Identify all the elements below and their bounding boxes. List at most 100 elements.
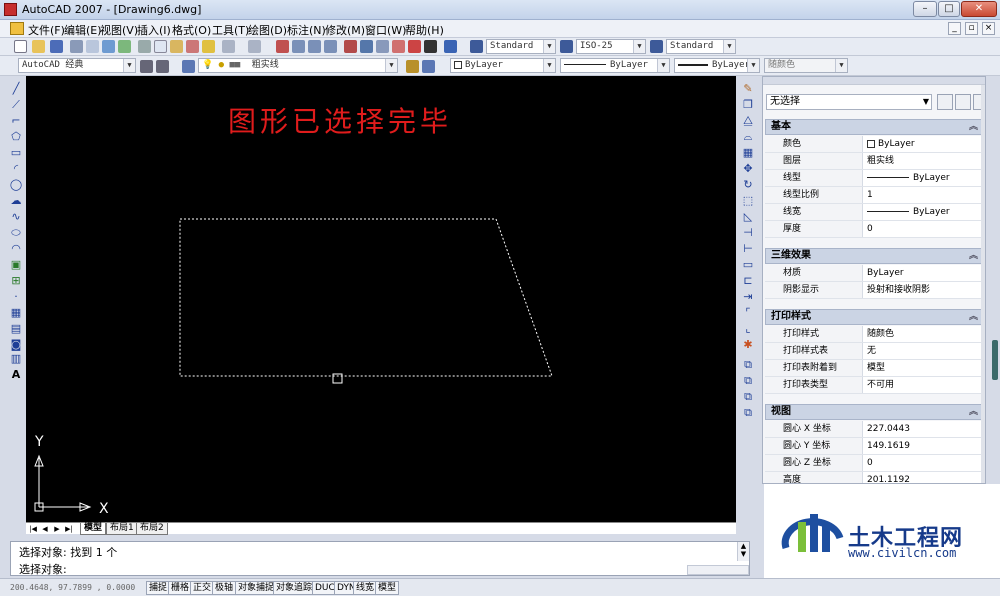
print-icon[interactable] xyxy=(70,40,83,53)
command-prompt[interactable]: 选择对象: xyxy=(19,561,67,577)
prop-value-layer[interactable]: 粗实线 xyxy=(865,153,983,169)
trim-icon[interactable]: ⊣ xyxy=(741,226,755,239)
tab-layout1[interactable]: 布局1 xyxy=(106,523,138,535)
next-tab-button[interactable]: ▶ xyxy=(52,524,62,534)
zoom-window-icon[interactable] xyxy=(308,40,321,53)
prop-row-lineweight[interactable]: 线宽 ByLayer xyxy=(765,204,983,221)
doc-restore-button[interactable]: ▫ xyxy=(965,22,978,35)
my-workspace-icon[interactable] xyxy=(156,60,169,73)
copy-object-icon[interactable]: ❐ xyxy=(741,98,755,111)
osnap-toggle[interactable]: 对象捕捉 xyxy=(235,581,278,595)
3d-dwf-icon[interactable] xyxy=(118,40,131,53)
autocad-app-icon[interactable] xyxy=(4,3,17,16)
ellipse-icon[interactable]: ⬭ xyxy=(9,226,23,239)
point-icon[interactable]: · xyxy=(9,290,23,303)
grid-toggle[interactable]: 栅格 xyxy=(168,581,193,595)
prop-row-center-x[interactable]: 圆心 X 坐标 227.0443 xyxy=(765,421,983,438)
draw-order-back-icon[interactable]: ⧉ xyxy=(741,374,755,387)
menu-dimension[interactable]: 标注(N) xyxy=(287,22,326,38)
color-select[interactable]: ByLayer ▼ xyxy=(450,58,556,73)
spline-icon[interactable]: ∿ xyxy=(9,210,23,223)
coordinate-readout[interactable]: 200.4648, 97.7899 , 0.0000 xyxy=(10,581,144,595)
tool-palettes-icon[interactable] xyxy=(376,40,389,53)
menu-modify[interactable]: 修改(M) xyxy=(325,22,365,38)
copy-icon[interactable] xyxy=(154,40,167,53)
properties-icon[interactable] xyxy=(344,40,357,53)
extend-icon[interactable]: ⊢ xyxy=(741,242,755,255)
prop-row-linetype[interactable]: 线型 ByLayer xyxy=(765,170,983,187)
prop-value-color[interactable]: ByLayer xyxy=(865,136,983,152)
prop-value-center-x[interactable]: 227.0443 xyxy=(865,421,983,437)
first-tab-button[interactable]: |◀ xyxy=(28,524,38,534)
draw-order-front-icon[interactable]: ⧉ xyxy=(741,358,755,371)
prop-value-shadow[interactable]: 投射和接收阴影 xyxy=(865,282,983,298)
prop-value-plot-table-attached[interactable]: 模型 xyxy=(865,360,983,376)
calculator-icon[interactable] xyxy=(424,40,437,53)
command-scrollbar[interactable]: ▲ ▼ xyxy=(737,542,749,561)
arc-icon[interactable]: ◜ xyxy=(9,162,23,175)
layer-previous-icon[interactable] xyxy=(422,60,435,73)
section-plot-style[interactable]: 打印样式 ︽ xyxy=(765,309,983,325)
text-style-icon[interactable] xyxy=(470,40,483,53)
doc-minimize-button[interactable]: _ xyxy=(948,22,961,35)
gradient-icon[interactable]: ▤ xyxy=(9,322,23,335)
prop-value-lineweight[interactable]: ByLayer xyxy=(865,204,983,220)
markup-icon[interactable] xyxy=(408,40,421,53)
prop-row-plot-style[interactable]: 打印样式 随颜色 xyxy=(765,326,983,343)
fillet-icon[interactable]: ⌞ xyxy=(741,322,755,335)
tab-layout2[interactable]: 布局2 xyxy=(136,523,168,535)
ellipse-arc-icon[interactable]: ◠ xyxy=(9,242,23,255)
make-current-layer-icon[interactable] xyxy=(406,60,419,73)
model-toggle[interactable]: 模型 xyxy=(375,581,400,595)
prop-value-plot-style-table[interactable]: 无 xyxy=(865,343,983,359)
prop-row-thickness[interactable]: 厚度 0 xyxy=(765,221,983,238)
prop-value-center-z[interactable]: 0 xyxy=(865,455,983,471)
publish-icon[interactable] xyxy=(102,40,115,53)
paste-icon[interactable] xyxy=(170,40,183,53)
draw-order-under-icon[interactable]: ⧉ xyxy=(741,406,755,419)
polygon-icon[interactable]: ⬠ xyxy=(9,130,23,143)
close-button[interactable]: ✕ xyxy=(961,1,997,17)
polar-toggle[interactable]: 极轴 xyxy=(212,581,237,595)
menu-window[interactable]: 窗口(W) xyxy=(365,22,406,38)
selection-select[interactable]: 无选择 ▼ xyxy=(766,94,932,110)
prop-row-shadow[interactable]: 阴影显示 投射和接收阴影 xyxy=(765,282,983,299)
dim-style-select[interactable]: ISO-25 ▼ xyxy=(576,39,646,54)
offset-icon[interactable]: ⌓ xyxy=(741,130,755,143)
table-style-select[interactable]: Standard ▼ xyxy=(666,39,736,54)
prop-row-height[interactable]: 高度 201.1192 xyxy=(765,472,983,483)
selected-trapezoid[interactable] xyxy=(179,218,553,377)
zoom-previous-icon[interactable] xyxy=(324,40,337,53)
drawing-canvas[interactable]: 图形已选择完毕 Y X xyxy=(26,76,736,522)
select-objects-icon[interactable] xyxy=(955,94,971,110)
menu-draw[interactable]: 绘图(D) xyxy=(248,22,287,38)
prop-value-thickness[interactable]: 0 xyxy=(865,221,983,237)
multiline-text-icon[interactable]: A xyxy=(9,368,23,381)
linetype-select[interactable]: ByLayer ▼ xyxy=(560,58,670,73)
prop-value-height[interactable]: 201.1192 xyxy=(865,472,983,483)
save-icon[interactable] xyxy=(50,40,63,53)
design-center-icon[interactable] xyxy=(360,40,373,53)
insert-block-icon[interactable]: ▣ xyxy=(9,258,23,271)
pan-icon[interactable] xyxy=(276,40,289,53)
menu-help[interactable]: 帮助(H) xyxy=(405,22,444,38)
construction-line-icon[interactable]: ⟋ xyxy=(9,98,23,111)
table-icon[interactable]: ▥ xyxy=(9,352,23,365)
prop-row-center-z[interactable]: 圆心 Z 坐标 0 xyxy=(765,455,983,472)
command-hscrollbar[interactable] xyxy=(687,565,749,575)
polyline-icon[interactable]: ⌐ xyxy=(9,114,23,127)
stretch-icon[interactable]: ◺ xyxy=(741,210,755,223)
region-icon[interactable]: ◙ xyxy=(9,338,23,351)
tab-model[interactable]: 模型 xyxy=(80,523,107,535)
new-icon[interactable] xyxy=(14,40,27,53)
join-icon[interactable]: ⇥ xyxy=(741,290,755,303)
sheet-set-icon[interactable] xyxy=(392,40,405,53)
layer-manager-icon[interactable] xyxy=(182,60,195,73)
match-properties-icon[interactable] xyxy=(186,40,199,53)
prop-value-plot-style[interactable]: 随颜色 xyxy=(865,326,983,342)
menu-view[interactable]: 视图(V) xyxy=(100,22,138,38)
palette-scrollbar[interactable] xyxy=(981,85,985,483)
prop-row-center-y[interactable]: 圆心 Y 坐标 149.1619 xyxy=(765,438,983,455)
block-editor-icon[interactable] xyxy=(202,40,215,53)
prop-value-plot-table-type[interactable]: 不可用 xyxy=(865,377,983,393)
